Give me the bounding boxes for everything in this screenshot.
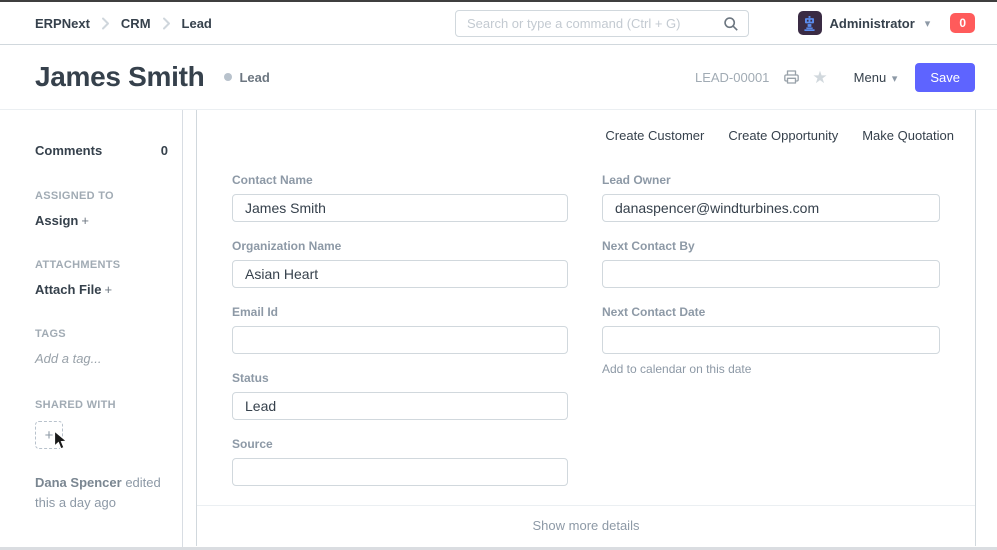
create-customer-button[interactable]: Create Customer xyxy=(605,128,704,143)
field-source: Source xyxy=(232,437,568,486)
field-label: Email Id xyxy=(232,305,568,319)
form-main-section: Create Customer Create Opportunity Make … xyxy=(183,110,997,549)
field-status: Status Lead xyxy=(232,371,568,420)
activity-user: Dana Spencer xyxy=(35,475,122,490)
page-header: James Smith Lead LEAD-00001 ★ Menu ▾ Sav… xyxy=(0,45,997,110)
form-column-right: Lead Owner danaspencer@windturbines.com … xyxy=(602,173,940,503)
navbar-right: Administrator ▾ 0 xyxy=(798,11,975,35)
print-icon[interactable] xyxy=(783,69,800,85)
plus-icon: + xyxy=(104,282,112,297)
assign-button[interactable]: Assign+ xyxy=(35,213,172,228)
star-icon[interactable]: ★ xyxy=(812,69,827,86)
content-area: Comments 0 ASSIGNED TO Assign+ ATTACHMEN… xyxy=(0,110,997,549)
chevron-right-icon xyxy=(162,17,171,30)
status-indicator: Lead xyxy=(224,70,269,85)
page-header-actions: LEAD-00001 ★ Menu ▾ Save xyxy=(695,63,975,92)
user-name: Administrator xyxy=(830,16,915,31)
shared-with-heading: SHARED WITH xyxy=(35,399,172,411)
organization-name-input[interactable]: Asian Heart xyxy=(232,260,568,288)
user-avatar xyxy=(798,11,822,35)
source-select[interactable] xyxy=(232,458,568,486)
field-label: Contact Name xyxy=(232,173,568,187)
navbar: ERPNext CRM Lead xyxy=(0,2,997,45)
field-label: Status xyxy=(232,371,568,385)
search-icon xyxy=(723,16,739,32)
robot-icon xyxy=(802,16,817,31)
next-contact-date-input[interactable] xyxy=(602,326,940,354)
next-contact-by-input[interactable] xyxy=(602,260,940,288)
field-label: Lead Owner xyxy=(602,173,940,187)
form-column-left: Contact Name James Smith Organization Na… xyxy=(232,173,568,503)
field-label: Next Contact Date xyxy=(602,305,940,319)
breadcrumb-lead[interactable]: Lead xyxy=(182,16,212,31)
add-tag-input[interactable]: Add a tag... xyxy=(35,351,172,366)
recent-activity: Dana Spencer edited this a day ago xyxy=(35,473,177,513)
contact-name-input[interactable]: James Smith xyxy=(232,194,568,222)
chevron-down-icon: ▾ xyxy=(892,73,898,85)
comments-label: Comments xyxy=(35,143,102,158)
search-input[interactable] xyxy=(467,16,723,31)
field-next-contact-by: Next Contact By xyxy=(602,239,940,288)
email-id-input[interactable] xyxy=(232,326,568,354)
comments-count: 0 xyxy=(161,143,168,158)
field-label: Source xyxy=(232,437,568,451)
user-dropdown[interactable]: Administrator ▾ xyxy=(798,11,931,35)
page-title: James Smith xyxy=(35,61,204,93)
plus-icon: + xyxy=(81,213,89,228)
breadcrumb-erpnext[interactable]: ERPNext xyxy=(35,16,90,31)
form-card: Create Customer Create Opportunity Make … xyxy=(196,110,976,546)
form-sidebar: Comments 0 ASSIGNED TO Assign+ ATTACHMEN… xyxy=(0,110,183,549)
show-more-details-button[interactable]: Show more details xyxy=(197,505,975,546)
field-contact-name: Contact Name James Smith xyxy=(232,173,568,222)
form-grid: Contact Name James Smith Organization Na… xyxy=(197,173,975,503)
make-quotation-button[interactable]: Make Quotation xyxy=(862,128,954,143)
attach-file-button[interactable]: Attach File+ xyxy=(35,282,172,297)
field-next-contact-date: Next Contact Date Add to calendar on thi… xyxy=(602,305,940,376)
chevron-down-icon: ▾ xyxy=(925,17,931,30)
field-organization-name: Organization Name Asian Heart xyxy=(232,239,568,288)
field-lead-owner: Lead Owner danaspencer@windturbines.com xyxy=(602,173,940,222)
field-label: Organization Name xyxy=(232,239,568,253)
lead-owner-input[interactable]: danaspencer@windturbines.com xyxy=(602,194,940,222)
status-select[interactable]: Lead xyxy=(232,392,568,420)
field-email-id: Email Id xyxy=(232,305,568,354)
attachments-heading: ATTACHMENTS xyxy=(35,259,172,271)
create-opportunity-button[interactable]: Create Opportunity xyxy=(728,128,838,143)
status-dot-icon xyxy=(224,73,232,81)
field-label: Next Contact By xyxy=(602,239,940,253)
breadcrumb-crm[interactable]: CRM xyxy=(121,16,151,31)
save-button[interactable]: Save xyxy=(915,63,975,92)
mouse-cursor-icon xyxy=(53,430,70,456)
assigned-to-heading: ASSIGNED TO xyxy=(35,190,172,202)
chevron-right-icon xyxy=(101,17,110,30)
form-actions: Create Customer Create Opportunity Make … xyxy=(197,110,975,155)
document-id: LEAD-00001 xyxy=(695,70,769,85)
share-add-button[interactable]: + xyxy=(35,421,63,449)
menu-button[interactable]: Menu ▾ xyxy=(854,70,898,85)
breadcrumb: ERPNext CRM Lead xyxy=(35,16,212,31)
notification-badge[interactable]: 0 xyxy=(950,13,975,33)
status-label: Lead xyxy=(239,70,269,85)
field-help-text: Add to calendar on this date xyxy=(602,362,940,376)
tags-heading: TAGS xyxy=(35,328,172,340)
sidebar-item-comments[interactable]: Comments 0 xyxy=(35,143,168,158)
global-search xyxy=(455,10,749,37)
